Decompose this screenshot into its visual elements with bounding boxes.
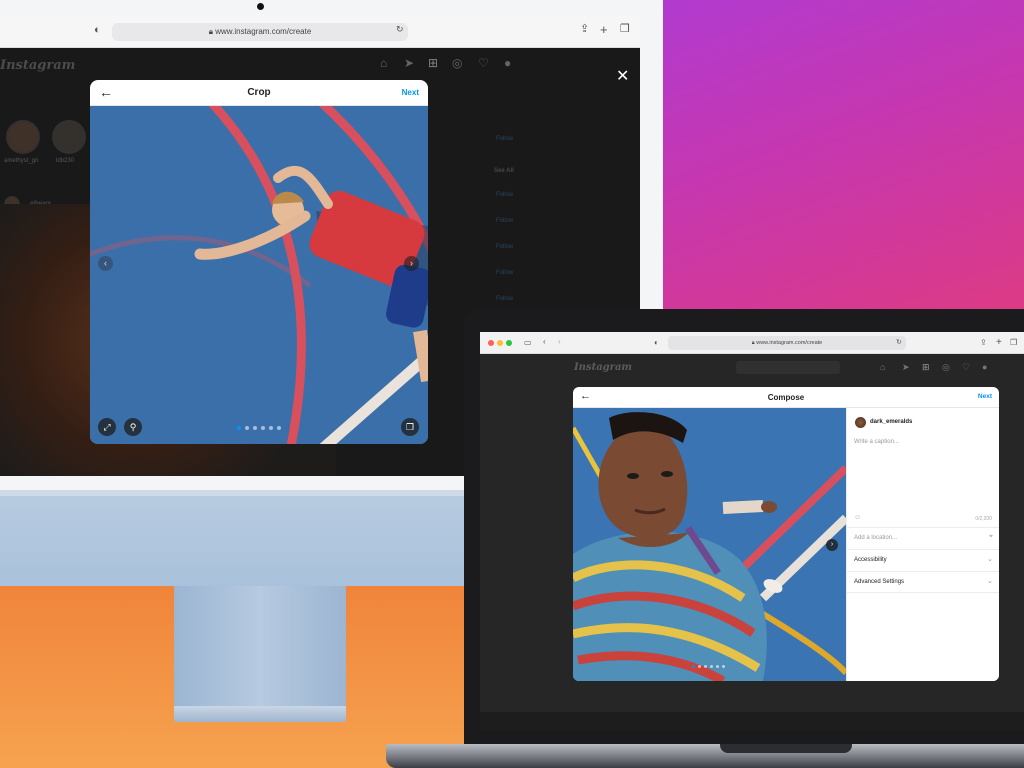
carousel-dots [692, 665, 725, 668]
carousel-dot [237, 426, 241, 430]
macbook-base [386, 744, 1024, 768]
imac-stand-foot [174, 706, 346, 722]
emoji-icon[interactable]: ☺ [854, 514, 861, 521]
privacy-shield-icon[interactable]: ◐ [654, 339, 659, 347]
next-button[interactable]: Next [978, 393, 992, 400]
close-icon[interactable]: ✕ [616, 66, 629, 86]
location-input[interactable]: Add a location... ⌖ [847, 527, 999, 549]
compose-photo[interactable]: › [573, 408, 846, 681]
avatar [855, 417, 866, 428]
carousel-dot [710, 665, 713, 668]
chevron-down-icon: ⌄ [987, 556, 993, 563]
profile-avatar-icon[interactable]: ● [982, 362, 987, 372]
carousel-dot [716, 665, 719, 668]
carousel-dot [722, 665, 725, 668]
next-image-icon[interactable]: › [826, 539, 838, 551]
imac-stand [174, 586, 346, 708]
lock-icon: 🔒︎ [751, 340, 755, 346]
lock-icon: 🔒︎ [208, 27, 213, 36]
share-icon[interactable]: ⇪ [980, 339, 987, 347]
advanced-settings-label: Advanced Settings [854, 579, 905, 585]
reload-icon[interactable]: ↻ [896, 339, 902, 346]
carousel-dot [245, 426, 249, 430]
new-post-icon[interactable]: ⊞ [922, 362, 930, 373]
portrait-photo [573, 408, 846, 681]
tabs-overview-icon[interactable]: ❐ [620, 24, 630, 35]
reload-icon[interactable]: ↻ [396, 25, 404, 34]
instagram-logo[interactable]: Instagram [574, 362, 632, 373]
page-bottom-bar [480, 712, 1024, 730]
carousel-dot [261, 426, 265, 430]
safari-toolbar: ▭ ‹ › ◐ 🔒︎ www.instagram.com/create ↻ ⇪ … [480, 332, 1024, 354]
compose-title: Compose [767, 393, 805, 402]
chevron-down-icon: ⌄ [987, 578, 993, 585]
carousel-dots [237, 426, 281, 430]
address-bar[interactable]: 🔒︎ www.instagram.com/create [112, 23, 408, 41]
carousel-dot [704, 665, 707, 668]
accessibility-row[interactable]: Accessibility ⌄ [847, 549, 999, 571]
crop-photo[interactable]: ‹ › ⤢ ⚲ ❐ [90, 106, 428, 444]
carousel-dot [277, 426, 281, 430]
share-icon[interactable]: ⇪ [580, 24, 589, 35]
location-placeholder: Add a location... [854, 535, 898, 541]
carousel-dot [269, 426, 273, 430]
carousel-dot [698, 665, 701, 668]
basketball-court-photo [90, 106, 428, 444]
caption-input[interactable]: Write a caption... [854, 439, 899, 445]
url-text: www.instagram.com/create [215, 27, 312, 36]
search-input[interactable] [736, 361, 840, 374]
username: dark_emeralds [870, 419, 913, 425]
compose-modal-header: ← Compose Next [573, 387, 999, 408]
zoom-icon[interactable]: ⚲ [124, 418, 142, 436]
window-minimize-button[interactable] [497, 340, 503, 346]
privacy-shield-icon[interactable]: ◐ [94, 25, 101, 36]
crop-modal: ← Crop Next ‹ › ⤢ ⚲ ❐ [90, 80, 428, 444]
macbook-screen: ▭ ‹ › ◐ 🔒︎ www.instagram.com/create ↻ ⇪ … [480, 332, 1024, 730]
carousel-dot [692, 665, 695, 668]
sidebar-icon[interactable]: ▭ [524, 339, 532, 347]
multiple-images-icon[interactable]: ❐ [401, 418, 419, 436]
url-text: www.instagram.com/create [756, 340, 823, 346]
new-tab-icon[interactable]: + [996, 338, 1002, 348]
compose-sidebar: dark_emeralds Write a caption... ☺ 0/2,2… [846, 408, 999, 681]
window-close-button[interactable] [488, 340, 494, 346]
safari-toolbar: ◐ 🔒︎ www.instagram.com/create ↻ ⇪ + ❐ [0, 14, 640, 48]
tabs-overview-icon[interactable]: ❐ [1010, 339, 1017, 347]
imac-camera [257, 3, 264, 10]
character-count: 0/2,200 [975, 516, 992, 522]
location-pin-icon: ⌖ [989, 533, 993, 540]
home-icon[interactable]: ⌂ [880, 362, 885, 372]
instagram-page: Instagram ⌂ ➤ ⊞ ◎ ♡ ● ← Compose Next › d… [480, 354, 1024, 730]
background-gradient-pink [660, 0, 1024, 310]
accessibility-label: Accessibility [854, 557, 887, 563]
macbook-hinge-notch [720, 744, 852, 753]
explore-icon[interactable]: ◎ [942, 362, 950, 373]
direct-message-icon[interactable]: ➤ [902, 362, 910, 373]
next-button[interactable]: Next [402, 88, 419, 97]
new-tab-icon[interactable]: + [600, 23, 608, 36]
window-zoom-button[interactable] [506, 340, 512, 346]
previous-image-icon[interactable]: ‹ [98, 256, 113, 271]
compose-modal: ← Compose Next › dark_emeralds Write a c… [573, 387, 999, 681]
crop-modal-header: ← Crop Next [90, 80, 428, 106]
carousel-dot [253, 426, 257, 430]
activity-heart-icon[interactable]: ♡ [962, 362, 970, 373]
advanced-settings-row[interactable]: Advanced Settings ⌄ [847, 571, 999, 593]
crop-title: Crop [247, 87, 271, 98]
crop-aspect-icon[interactable]: ⤢ [98, 418, 116, 436]
address-bar[interactable]: 🔒︎ www.instagram.com/create [668, 336, 906, 350]
forward-icon[interactable]: › [558, 338, 561, 346]
back-icon[interactable]: ‹ [543, 338, 546, 346]
next-image-icon[interactable]: › [404, 256, 419, 271]
